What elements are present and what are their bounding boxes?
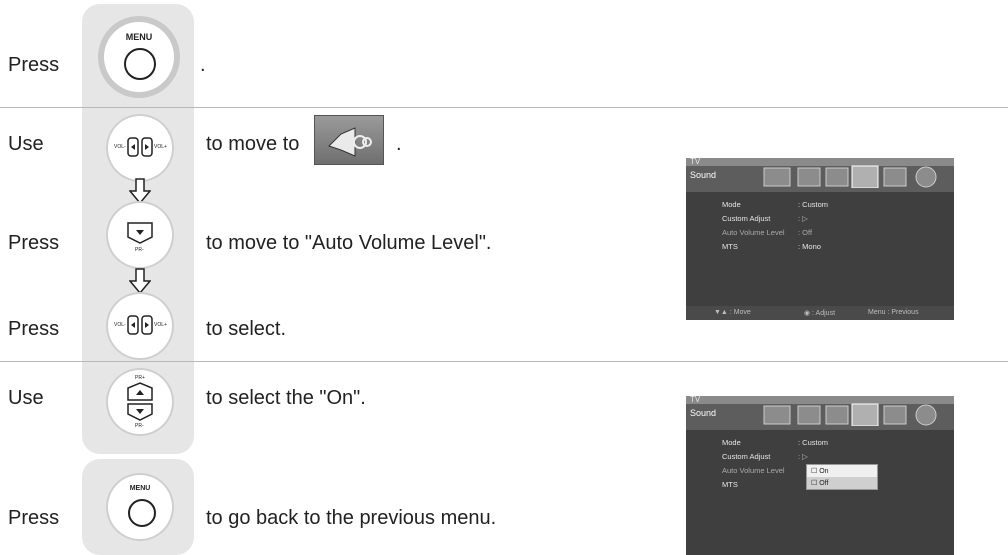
- step4-verb: Press: [8, 318, 60, 340]
- menu-label: MENU: [125, 32, 153, 42]
- osd-footer-menu: Menu : Previous: [868, 309, 919, 316]
- menu-label: MENU: [129, 485, 151, 492]
- menu-button[interactable]: MENU: [104, 22, 174, 92]
- step3-verb: Press: [8, 232, 60, 254]
- osd-row-label: Auto Volume Level: [722, 228, 785, 237]
- program-up-down-button[interactable]: PR+ PR-: [108, 370, 172, 434]
- osd-option-popup: ☐ On ☐ Off: [806, 464, 878, 490]
- osd-row-value: : Off: [798, 228, 813, 237]
- menu-circle-icon: [124, 48, 156, 80]
- osd-row-label: MTS: [722, 242, 738, 251]
- osd-row-value: : ▷: [798, 452, 808, 461]
- divider-1: [0, 107, 1008, 108]
- osd-icon-bar: [763, 165, 937, 188]
- osd-row-value: : Custom: [798, 438, 829, 447]
- vol-minus-label: VOL-: [114, 144, 126, 150]
- osd-option-off-label: Off: [819, 480, 829, 487]
- osd-row-label: Mode: [722, 200, 741, 209]
- program-down-icon: [127, 222, 153, 244]
- step6-text: to go back to the previous menu.: [206, 507, 497, 529]
- down-arrow-icon: [129, 268, 151, 294]
- osd-row-label: MTS: [722, 480, 738, 489]
- osd-row-label: Auto Volume Level: [722, 466, 785, 475]
- vol-plus-label: VOL+: [154, 322, 167, 328]
- osd-row-label: Custom Adjust: [722, 214, 771, 223]
- pr-plus-label: PR+: [135, 375, 145, 381]
- step2-after: .: [396, 133, 402, 155]
- osd-icon-bar: [763, 403, 937, 426]
- step3-text: to move to "Auto Volume Level".: [206, 232, 492, 254]
- tv-osd-screen-2: TV Sound Mode : Custom Custom Adjust : ▷…: [686, 396, 954, 555]
- step2-verb: Use: [8, 133, 44, 155]
- step5-verb: Use: [8, 387, 44, 409]
- menu-circle-icon: [128, 499, 156, 527]
- program-down-button[interactable]: PR-: [108, 203, 172, 267]
- divider-2: [0, 361, 1008, 362]
- osd-row-value: : Mono: [798, 242, 821, 251]
- down-arrow-icon: [129, 178, 151, 204]
- osd-footer: ▼▲ : Move ◉ : Adjust Menu : Previous: [686, 306, 954, 320]
- vol-plus-label: VOL+: [154, 144, 167, 150]
- volume-button[interactable]: VOL- VOL+: [108, 116, 172, 180]
- pr-minus-label: PR-: [135, 247, 144, 253]
- osd-option-on[interactable]: ☐ On: [807, 465, 877, 477]
- step2-text: to move to: [206, 133, 300, 155]
- vol-minus-label: VOL-: [114, 322, 126, 328]
- tv-osd-screen-1: TV Sound Mode : Custom Custom Adjust : ▷…: [686, 158, 954, 320]
- osd-row-label: Mode: [722, 438, 741, 447]
- volume-select-button[interactable]: VOL- VOL+: [108, 294, 172, 358]
- menu-back-button[interactable]: MENU: [108, 475, 172, 539]
- osd-footer-adjust: ◉ : Adjust: [804, 310, 836, 317]
- osd-body: Mode : Custom Custom Adjust : ▷ Auto Vol…: [686, 192, 954, 306]
- osd-option-on-label: On: [819, 468, 829, 475]
- pr-minus-label: PR-: [135, 423, 144, 429]
- osd-body: Mode : Custom Custom Adjust : ▷ Auto Vol…: [686, 430, 954, 555]
- step1-text: .: [200, 54, 206, 76]
- sound-menu-icon: [314, 115, 384, 165]
- osd-row-value: : ▷: [798, 214, 808, 223]
- step4-text: to select.: [206, 318, 287, 340]
- osd-row-label: Custom Adjust: [722, 452, 771, 461]
- osd-option-off[interactable]: ☐ Off: [807, 477, 877, 489]
- step5-text: to select the "On".: [206, 387, 366, 409]
- osd-footer-move: ▼▲ : Move: [714, 309, 751, 316]
- step6-verb: Press: [8, 507, 60, 529]
- osd-row-value: : Custom: [798, 200, 829, 209]
- step1-verb: Press: [8, 54, 60, 76]
